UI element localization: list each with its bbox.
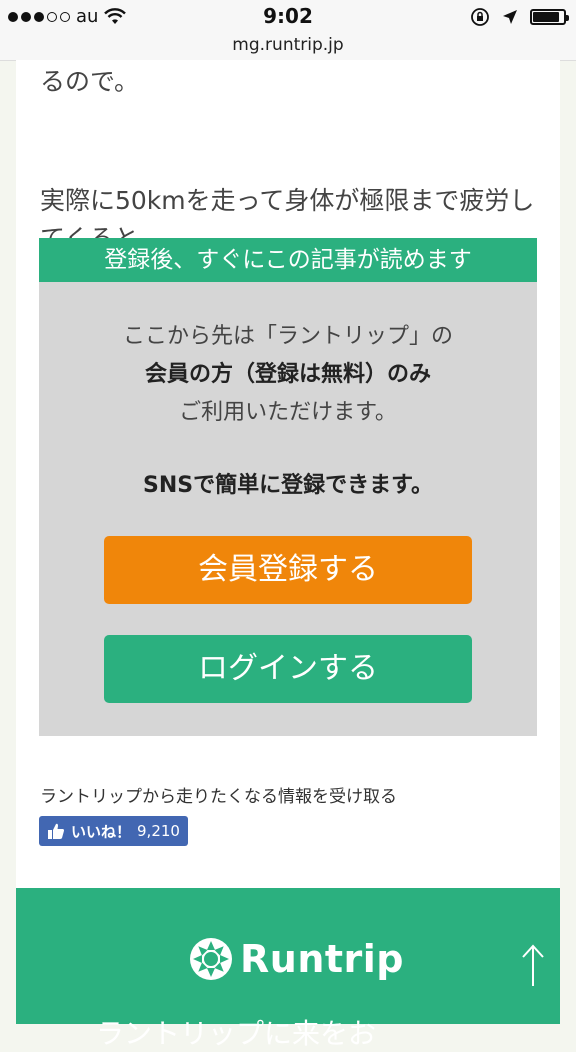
paywall-header: 登録後、すぐにこの記事が読めます (39, 238, 537, 282)
battery-level (533, 12, 559, 22)
status-icons (470, 7, 569, 27)
register-button[interactable]: 会員登録する (104, 536, 472, 604)
footer: Runtrip ラントリップに来をお (16, 888, 560, 1050)
article-text-1: るので。 (40, 67, 140, 96)
page-content: るので。 実際に50kmを走って身体が極限まで疲労してくると、 登録後、すぐにこ… (16, 60, 560, 1050)
like-label: いいね！ (71, 822, 132, 841)
login-button[interactable]: ログインする (104, 635, 472, 703)
runtrip-logo[interactable]: Runtrip (188, 936, 404, 982)
runtrip-logo-icon (190, 938, 232, 980)
rotation-lock-icon (471, 8, 489, 26)
like-count: 9,210 (137, 822, 180, 840)
paywall-box: 登録後、すぐにこの記事が読めます ここから先は「ラントリップ」の 会員の方（登録… (39, 238, 537, 736)
paywall-line-2: 会員の方（登録は無料）のみ (144, 362, 431, 387)
logo-text: Runtrip (240, 937, 404, 981)
facebook-like-button[interactable]: いいね！ 9,210 (39, 816, 188, 846)
footer-text-cut: ラントリップに来をお (96, 1017, 377, 1050)
paywall-line-4: SNSで簡単に登録できます。 (143, 473, 433, 498)
battery-icon (530, 9, 569, 25)
scroll-to-top-icon[interactable] (520, 944, 546, 988)
address-bar[interactable]: mg.runtrip.jp (0, 34, 576, 61)
follow-text: ラントリップから走りたくなる情報を受け取る (40, 787, 397, 807)
status-bar: au 9:02 (0, 0, 576, 34)
paywall-line-3: ご利用いただけます。 (179, 400, 397, 425)
url-text: mg.runtrip.jp (232, 35, 344, 55)
location-arrow-icon (503, 10, 517, 24)
paywall-line-1: ここから先は「ラントリップ」の (122, 324, 453, 349)
thumbs-up-icon (48, 823, 65, 839)
